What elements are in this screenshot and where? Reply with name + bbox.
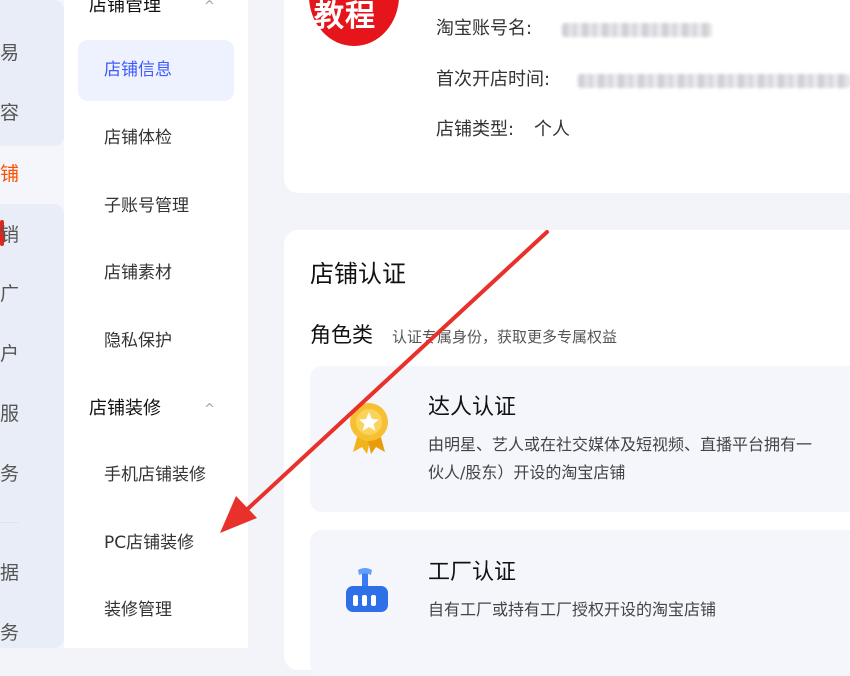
nav-item-privacy[interactable]: 隐私保护	[104, 333, 172, 350]
nav-item-subaccount[interactable]: 子账号管理	[104, 198, 189, 215]
role-category-desc: 认证专属身份，获取更多专属权益	[392, 328, 618, 346]
talent-cert-title: 达人认证	[428, 395, 517, 420]
role-category-title: 角色类	[310, 323, 373, 347]
talent-cert-desc-line2: 伙人/股东）开设的淘宝店铺	[428, 463, 626, 482]
nav-item-mobile-decor[interactable]: 手机店铺装修	[104, 467, 206, 484]
account-name-label: 淘宝账号名:	[436, 18, 533, 39]
nav-item-shop-info[interactable]: 店铺信息	[104, 62, 172, 79]
sub-nav: 店铺管理 ^ 店铺信息 店铺体检 子账号管理 店铺素材 隐私保护 店铺装修 ^ …	[64, 0, 248, 648]
nav-item-shop-checkup[interactable]: 店铺体检	[104, 130, 172, 147]
left-nav-rail: 易 容 铺 销 广 户 服 务 据 务	[0, 0, 64, 648]
rail-item-active[interactable]: 铺	[0, 165, 19, 184]
nav-item-shop-assets[interactable]: 店铺素材	[104, 265, 172, 282]
rail-item[interactable]: 务	[0, 465, 19, 484]
open-time-label: 首次开店时间:	[436, 69, 551, 90]
rail-item[interactable]: 务	[0, 624, 19, 643]
rail-group-block	[0, 0, 64, 146]
rail-item[interactable]: 易	[0, 44, 19, 63]
rail-item[interactable]: 户	[0, 345, 19, 364]
rail-item[interactable]: 据	[0, 564, 19, 583]
factory-cert-title: 工厂认证	[428, 560, 517, 585]
rail-item[interactable]: 服	[0, 405, 19, 424]
shop-type-label: 店铺类型:	[436, 119, 515, 140]
nav-item-decor-manage[interactable]: 装修管理	[104, 602, 172, 619]
rail-item[interactable]: 容	[0, 104, 19, 123]
chevron-up-icon[interactable]: ^	[204, 403, 215, 416]
redacted-open-time	[578, 74, 850, 88]
rail-item[interactable]: 广	[0, 285, 19, 304]
certification-title: 店铺认证	[310, 260, 406, 288]
nav-group-title-shop-manage[interactable]: 店铺管理	[89, 0, 161, 15]
redacted-account-name	[562, 23, 712, 37]
rail-item[interactable]: 销	[0, 226, 19, 245]
factory-cert-desc: 自有工厂或持有工厂授权开设的淘宝店铺	[428, 600, 717, 619]
factory-icon	[346, 568, 388, 612]
shop-type-value: 个人	[534, 119, 570, 140]
talent-cert-desc-line1: 由明星、艺人或在社交媒体及短视频、直播平台拥有一	[428, 435, 813, 454]
chevron-up-icon[interactable]: ^	[204, 0, 215, 13]
nav-item-pc-decor[interactable]: PC店铺装修	[104, 535, 194, 552]
shop-logo-text: 教程	[314, 0, 376, 34]
nav-group-title-shop-decor[interactable]: 店铺装修	[89, 400, 161, 418]
rail-divider	[0, 522, 18, 523]
medal-icon	[350, 403, 388, 454]
